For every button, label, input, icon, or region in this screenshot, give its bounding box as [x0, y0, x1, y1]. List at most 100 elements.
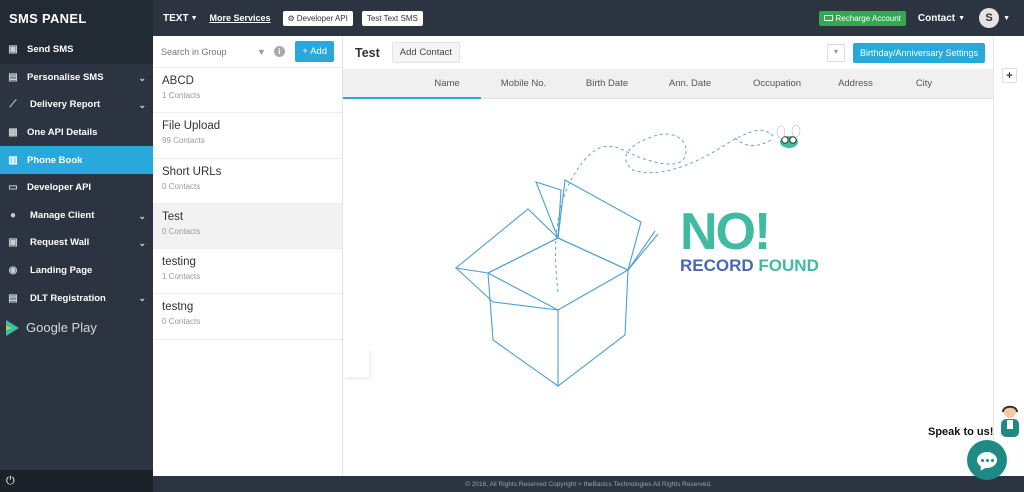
column-header-city[interactable]: City: [889, 78, 959, 89]
chat-bubble-icon: [977, 452, 997, 468]
sidebar-item-phone-book[interactable]: ▥ Phone Book: [0, 146, 153, 174]
chevron-down-icon: ▼: [958, 14, 966, 22]
column-header-mobile[interactable]: Mobile No.: [481, 78, 566, 89]
speak-to-us-label[interactable]: Speak to us!: [928, 426, 993, 438]
brand-title[interactable]: SMS PANEL: [0, 0, 153, 36]
group-item-file-upload[interactable]: File Upload 99 Contacts: [153, 113, 342, 159]
sidebar-item-label: Send SMS: [27, 44, 74, 56]
group-item-short-urls[interactable]: Short URLs 0 Contacts: [153, 159, 342, 204]
group-name: testng: [162, 301, 194, 314]
group-name: testing: [162, 256, 196, 269]
developer-api-button[interactable]: ⚙ Developer API: [282, 10, 353, 26]
group-count: 1 Contacts: [162, 272, 201, 282]
birthday-anniversary-settings-button[interactable]: Birthday/Anniversary Settings: [852, 42, 985, 63]
group-count: 99 Contacts: [162, 136, 205, 146]
send-icon: ▣: [8, 44, 18, 56]
group-name: ABCD: [162, 75, 194, 87]
google-play-label: Google Play: [26, 320, 97, 336]
wall-icon: ▣: [8, 237, 18, 249]
sidebar-item-manage-client[interactable]: ● Manage Client ⌄: [0, 202, 153, 230]
gear-icon: ⚙: [287, 13, 295, 23]
sidebar-item-personalise-sms[interactable]: ▤ Personalise SMS ⌄: [0, 64, 153, 92]
chart-icon: ⟋: [9, 99, 17, 111]
add-contact-button[interactable]: Add Contact: [391, 42, 461, 63]
sidebar-item-label: One API Details: [27, 127, 98, 139]
developer-api-label: Developer API: [296, 13, 348, 23]
contact-menu[interactable]: Contact ▼: [918, 13, 965, 24]
monitor-icon: ▭: [8, 182, 18, 194]
test-text-sms-button[interactable]: Test Text SMS: [361, 10, 423, 26]
column-header-birth-date[interactable]: Birth Date: [566, 78, 648, 89]
google-play-link[interactable]: Google Play: [0, 312, 153, 344]
text-service-label: TEXT: [163, 12, 189, 24]
sidebar-item-one-api-details[interactable]: ▦ One API Details: [0, 119, 153, 147]
group-item-abcd[interactable]: ABCD 1 Contacts: [153, 68, 342, 114]
contact-label: Contact: [917, 12, 956, 24]
sidebar-item-label: Personalise SMS: [27, 71, 104, 83]
chevron-down-icon: ⌄: [138, 72, 146, 83]
power-icon: ⏻: [6, 474, 15, 487]
power-button[interactable]: ⏻: [0, 470, 153, 492]
sidebar-item-label: Manage Client: [30, 209, 95, 221]
plus-icon[interactable]: +: [1002, 68, 1017, 83]
group-item-testng[interactable]: testng 0 Contacts: [153, 294, 342, 340]
top-header: SMS PANEL TEXT ▼ More Services ⚙ Develop…: [0, 0, 1024, 36]
column-header-address[interactable]: Address: [822, 78, 889, 89]
sidebar-item-label: Phone Book: [27, 154, 83, 166]
sidebar-item-delivery-report[interactable]: ⟋ Delivery Report ⌄: [0, 91, 153, 119]
group-list-panel: ▼ i + Add ABCD 1 Contacts File Upload 99…: [153, 36, 343, 476]
contacts-main: Test Add Contact ▼ Birthday/Anniversary …: [343, 36, 993, 476]
sidebar-item-request-wall[interactable]: ▣ Request Wall ⌄: [0, 229, 153, 257]
chevron-down-icon: ⌄: [138, 293, 146, 304]
sidebar: ▣ Send SMS ▤ Personalise SMS ⌄ ⟋ Deliver…: [0, 36, 153, 492]
chevron-down-icon: ⌄: [138, 238, 146, 249]
sidebar-item-label: Request Wall: [30, 237, 90, 249]
sidebar-item-send-sms[interactable]: ▣ Send SMS: [0, 36, 153, 64]
sidebar-item-dlt-registration[interactable]: ▤ DLT Registration ⌄: [0, 284, 153, 312]
phonebook-icon: ▥: [8, 154, 18, 166]
filter-icon[interactable]: ▼: [257, 47, 266, 57]
google-play-icon: [6, 319, 19, 336]
sidebar-item-developer-api[interactable]: ▭ Developer API: [0, 174, 153, 202]
active-column-indicator: [343, 97, 481, 99]
column-header-ann-date[interactable]: Ann. Date: [648, 78, 732, 89]
chevron-down-icon: ⌄: [138, 100, 146, 111]
no-record-heading: NO!: [680, 203, 771, 261]
chevron-down-icon: ▼: [190, 14, 198, 22]
empty-corner-card: [343, 349, 369, 377]
group-search-input[interactable]: [161, 46, 253, 57]
group-count: 1 Contacts: [162, 91, 201, 100]
page-title: Test: [355, 45, 380, 60]
personalise-icon: ▤: [8, 71, 18, 83]
chevron-down-icon[interactable]: ▼: [1003, 15, 1010, 22]
support-agent-icon[interactable]: [997, 403, 1023, 437]
dlt-icon: ▤: [8, 292, 18, 304]
column-header-occupation[interactable]: Occupation: [732, 78, 822, 89]
add-group-button[interactable]: + Add: [295, 41, 334, 62]
recharge-account-button[interactable]: Recharge Account: [818, 10, 906, 26]
no-record-subheading: RECORD FOUND: [680, 256, 819, 275]
chevron-down-icon: ⌄: [138, 210, 146, 221]
globe-icon: ◉: [8, 265, 18, 277]
info-icon[interactable]: i: [273, 46, 285, 57]
api-icon: ▦: [8, 127, 18, 139]
chat-launcher-button[interactable]: [967, 440, 1007, 480]
empty-box-illustration: [454, 124, 801, 388]
fly-icon: [776, 124, 801, 148]
sidebar-item-landing-page[interactable]: ◉ Landing Page: [0, 257, 153, 285]
contacts-table-header: Name Mobile No. Birth Date Ann. Date Occ…: [343, 69, 993, 99]
more-services-link[interactable]: More Services: [210, 13, 271, 23]
page-footer: © 2016, All Rights Reserved Copyright > …: [153, 476, 1024, 492]
group-item-testing[interactable]: testing 1 Contacts: [153, 249, 342, 295]
user-avatar[interactable]: S: [979, 8, 1000, 28]
group-name: File Upload: [162, 120, 221, 133]
group-item-test[interactable]: Test 0 Contacts: [153, 203, 342, 250]
column-header-name[interactable]: Name: [343, 78, 481, 89]
sidebar-item-label: Delivery Report: [30, 99, 101, 111]
chevron-down-icon[interactable]: ▼: [826, 43, 845, 62]
text-service-menu[interactable]: TEXT ▼: [163, 13, 198, 24]
users-icon: ●: [9, 209, 17, 221]
group-name: Test: [162, 210, 184, 223]
group-name: Short URLs: [162, 165, 222, 178]
recharge-label: Recharge Account: [835, 13, 901, 23]
